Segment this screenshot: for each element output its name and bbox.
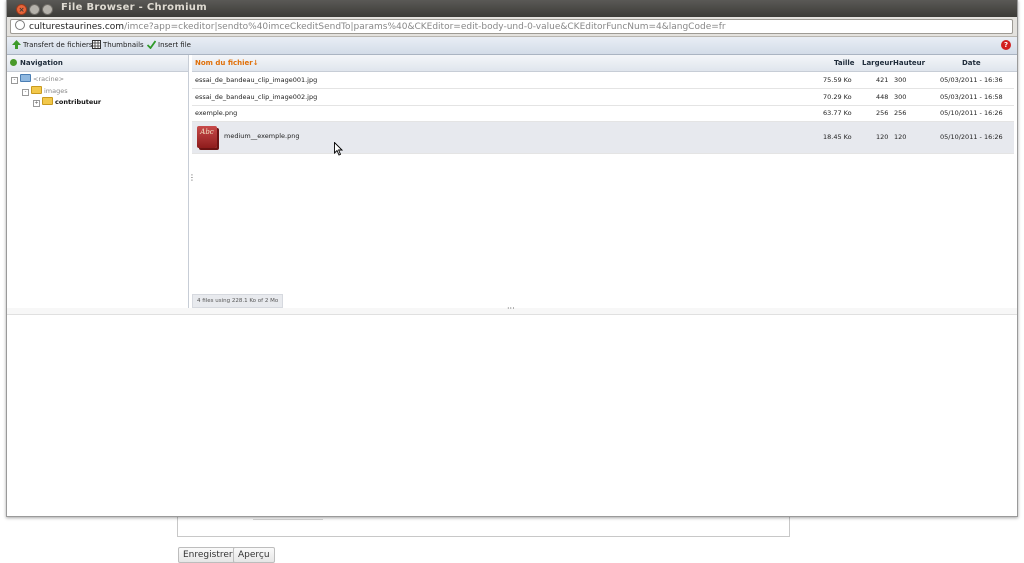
insert-file-button[interactable]: Insert file [146,40,191,53]
preview-button[interactable]: Aperçu [233,547,275,563]
tree-node-root[interactable]: - <racine> [11,74,64,84]
window-maximize-icon[interactable] [42,4,53,15]
file-name: medium__exemple.png [224,132,300,140]
file-size: 18.45 Ko [823,133,852,141]
file-thumbnail: Abc [197,126,217,148]
upload-button[interactable]: Transfert de fichiers [12,40,93,51]
file-name: exemple.png [195,109,238,117]
splitter-handle-icon[interactable]: ··· [507,305,515,313]
body-textarea-bottom[interactable] [177,516,790,537]
file-size: 75.59 Ko [823,76,852,84]
folder-icon [42,97,53,105]
tree-node-images[interactable]: - images [22,86,68,96]
folder-icon [31,86,42,94]
folder-icon [20,74,31,82]
file-name: essai_de_bandeau_clip_image001.jpg [195,76,318,84]
column-header-size[interactable]: Taille [834,55,855,71]
file-status-bar: 4 files using 228.1 Ko of 2 Mo [192,294,284,308]
file-width: 448 [876,93,889,101]
file-size: 70.29 Ko [823,93,852,101]
window-titlebar[interactable]: × File Browser - Chromium [7,0,1017,17]
vertical-splitter[interactable]: ⋮ [188,174,196,182]
url-field[interactable]: culturestaurines.com/imce?app=ckeditor|s… [10,19,1013,34]
file-date: 05/03/2011 - 16:58 [940,93,1003,101]
save-button[interactable]: Enregistrer [178,547,238,563]
expand-toggle-icon[interactable]: + [33,100,40,107]
checkmark-icon [146,40,157,53]
file-row-selected[interactable]: Abc medium__exemple.png 18.45 Ko 120 120… [192,122,1014,154]
file-date: 05/10/2011 - 16:26 [940,133,1003,141]
file-width: 256 [876,109,889,117]
tree-node-label[interactable]: contributeur [55,98,101,106]
file-width: 421 [876,76,889,84]
file-row[interactable]: exemple.png 63.77 Ko 256 256 05/10/2011 … [192,106,1014,122]
thumbnails-grid-icon [92,40,101,53]
insert-file-label: Insert file [158,41,191,49]
file-height: 300 [894,93,907,101]
file-row[interactable]: essai_de_bandeau_clip_image001.jpg 75.59… [192,72,1014,89]
column-header-name[interactable]: Nom du fichier↓ [195,55,259,71]
imce-toolbar: Transfert de fichiers Thumbnails Insert … [7,37,1017,55]
file-date: 05/03/2011 - 16:36 [940,76,1003,84]
file-list-header: Nom du fichier↓ Taille Largeur Hauteur D… [192,55,1017,72]
navigation-header: Navigation [7,55,188,72]
file-name: essai_de_bandeau_clip_image002.jpg [195,93,318,101]
site-info-icon[interactable] [15,20,25,30]
file-width: 120 [876,133,889,141]
url-path: /imce?app=ckeditor|sendto%40imceCkeditSe… [124,22,726,32]
thumbnails-label: Thumbnails [103,41,144,49]
column-header-date[interactable]: Date [962,55,981,71]
window-title: File Browser - Chromium [61,2,207,13]
file-date: 05/10/2011 - 16:26 [940,109,1003,117]
window-close-icon[interactable]: × [16,4,27,15]
tree-node-contributeur[interactable]: + contributeur [33,97,101,107]
help-icon[interactable]: ? [1001,40,1011,50]
file-size: 63.77 Ko [823,109,852,117]
file-browser-window: × File Browser - Chromium culturestaurin… [6,0,1018,517]
thumbnails-button[interactable]: Thumbnails [92,40,144,51]
navigation-tree-icon [10,59,17,66]
navigation-pane: Navigation - <racine> - images + contribute… [7,55,189,308]
upload-label: Transfert de fichiers [23,41,93,49]
file-height: 256 [894,109,907,117]
file-height: 300 [894,76,907,84]
horizontal-splitter[interactable]: ··· [7,305,1017,315]
tree-node-label[interactable]: images [44,87,68,95]
url-domain: culturestaurines.com [29,22,125,32]
file-list-pane: Nom du fichier↓ Taille Largeur Hauteur D… [192,55,1017,308]
column-header-width[interactable]: Largeur [862,55,893,71]
file-height: 120 [894,133,907,141]
collapse-toggle-icon[interactable]: - [22,89,29,96]
navigation-title: Navigation [20,59,63,67]
tree-node-label[interactable]: <racine> [33,75,64,83]
upload-arrow-icon [12,40,21,53]
collapse-toggle-icon[interactable]: - [11,77,18,84]
address-bar: culturestaurines.com/imce?app=ckeditor|s… [7,17,1017,37]
column-header-height[interactable]: Hauteur [893,55,925,71]
window-minimize-icon[interactable] [29,4,40,15]
file-row[interactable]: essai_de_bandeau_clip_image002.jpg 70.29… [192,89,1014,106]
